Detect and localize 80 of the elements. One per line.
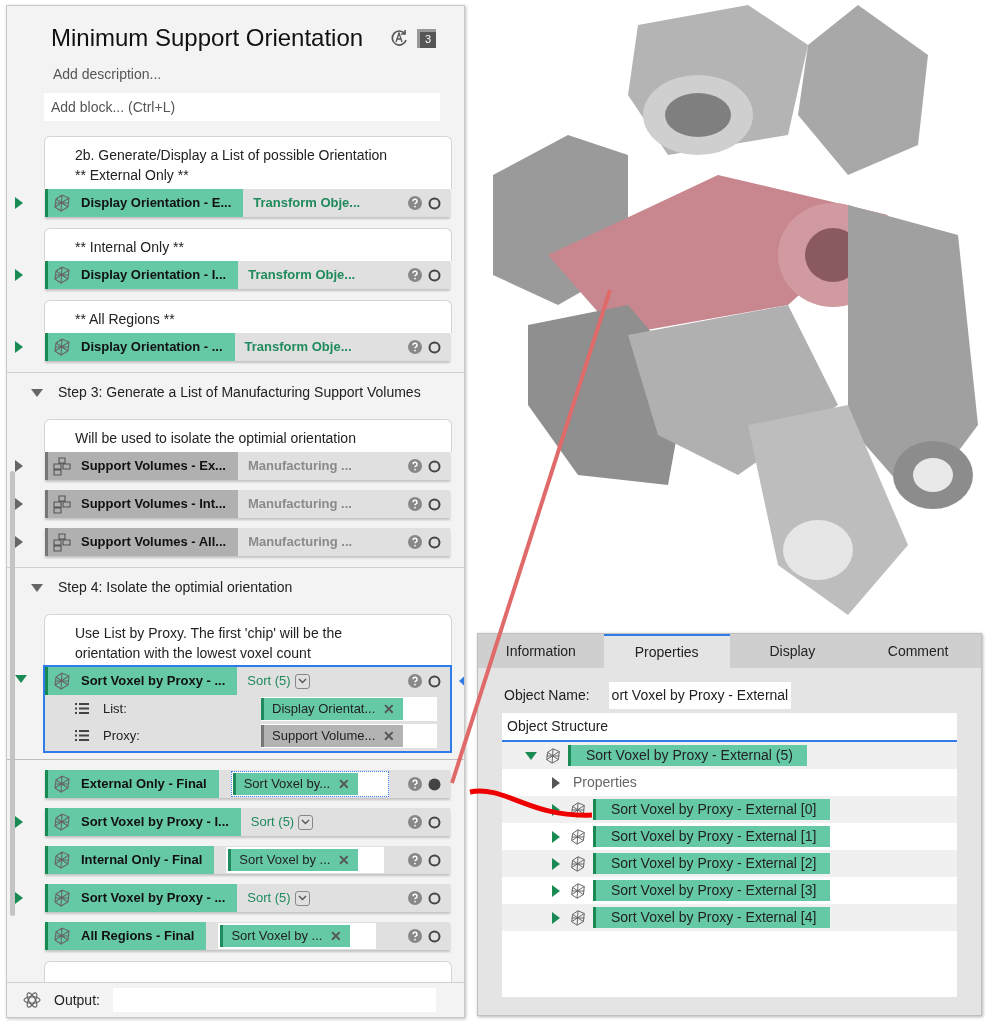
add-block-field[interactable]: Add block... (Ctrl+L) [44,93,440,121]
node-name[interactable]: Sort Voxel by Proxy - I... [45,808,241,836]
tab[interactable]: Display [729,634,856,668]
note-text: Use List by Proxy. The first 'chip' will be the orientation with the lowest voxel count [75,624,344,663]
parameter-label: List: [103,699,128,718]
node-row[interactable]: Display Orientation - ... Transform Obje... [45,333,450,361]
step-heading: Step 3: Generate a List of Manufacturing Support Volumes [58,383,421,402]
remove-chip-button[interactable]: ✕ [338,777,351,791]
remove-chip-button[interactable]: ✕ [330,929,343,943]
node-row[interactable]: External Only - Final Sort Voxel by... ✕ [45,770,450,798]
node-value: Transform Obje... [248,266,356,285]
node-value: Sort (5) [247,672,291,691]
node-row[interactable]: Sort Voxel by Proxy - ... Sort (5) [45,667,450,695]
remove-chip-button[interactable]: ✕ [383,728,396,743]
node-row[interactable]: Display Orientation - E... Transform Obje... [45,189,450,217]
tab[interactable]: Comment [855,634,981,668]
node-name[interactable]: Display Orientation - I... [45,261,239,289]
reference-chip[interactable]: Sort Voxel by ... ✕ [220,925,351,947]
reference-field[interactable]: Sort Voxel by ... ✕ [226,847,385,873]
node-name[interactable]: All Regions - Final [45,922,207,950]
reference-chip[interactable]: Sort Voxel by... ✕ [232,773,359,795]
note-text: 2b. Generate/Display a List of possible Orientation ** External Only ** [75,146,389,185]
node-name[interactable]: Display Orientation - E... [45,189,244,217]
node-name[interactable]: Sort Voxel by Proxy - ... [45,884,238,912]
remove-chip-button[interactable]: ✕ [338,853,351,867]
node-row[interactable]: Sort Voxel by Proxy - I... Sort (5) [45,808,450,836]
reference-chip[interactable]: Display Orientat... ✕ [261,697,404,720]
node-value: Transform Obje... [253,194,361,213]
node-name[interactable]: Support Volumes - Int... [45,490,238,518]
tree-item[interactable]: Sort Voxel by Proxy - External (5) [568,745,807,766]
reference-field[interactable]: Sort Voxel by ... ✕ [218,923,377,949]
node-value: Sort (5) [250,813,295,832]
node-value: Manufacturing ... [248,533,353,552]
node-row[interactable]: Sort Voxel by Proxy - ... Sort (5) [45,884,450,912]
object-name-field[interactable]: ort Voxel by Proxy - External [608,682,792,709]
chip-label: Support Volume... [272,726,376,745]
reference-chip[interactable]: Support Volume... ✕ [261,724,404,747]
window-title: Minimum Support Orientation [51,23,365,53]
chip-label: Sort Voxel by... [243,775,331,794]
chip-label: Sort Voxel by ... [239,851,331,870]
node-row[interactable]: Internal Only - Final Sort Voxel by ... ✕ [45,846,450,874]
tree-item[interactable]: Properties [573,772,637,793]
tree-item[interactable]: Sort Voxel by Proxy - External [0] [593,799,831,820]
chip-label: Sort Voxel by ... [231,927,323,946]
tree-item[interactable]: Sort Voxel by Proxy - External [4] [593,907,831,928]
node-value: Sort (5) [247,889,291,908]
parameter-field[interactable]: Display Orientat... ✕ [261,696,437,721]
output-label: Output: [54,990,100,1010]
note-text: ** Internal Only ** [75,238,185,257]
layer-count-button[interactable]: 3 [417,28,436,48]
node-row[interactable]: Support Volumes - All... Manufacturing ... [45,528,450,556]
tree-item[interactable]: Sort Voxel by Proxy - External [3] [593,880,831,901]
node-value: Manufacturing ... [247,495,352,514]
node-name[interactable]: Sort Voxel by Proxy - ... [45,667,238,695]
tab[interactable]: Information [478,634,604,668]
step-heading: Step 4: Isolate the optimial orientation [58,578,293,597]
node-row[interactable]: Display Orientation - I... Transform Obje... [45,261,450,289]
note-text: ** All Regions ** [75,310,176,329]
node-name[interactable]: Support Volumes - All... [45,528,239,556]
tree-item[interactable]: Sort Voxel by Proxy - External [1] [593,826,831,847]
node-name[interactable]: Display Orientation - ... [45,333,235,361]
tree-item[interactable]: Sort Voxel by Proxy - External [2] [593,853,831,874]
node-name[interactable]: Internal Only - Final [45,846,215,874]
remove-chip-button[interactable]: ✕ [383,701,396,716]
tab[interactable]: Properties [603,634,730,668]
reference-chip[interactable]: Sort Voxel by ... ✕ [228,849,359,871]
object-name-label: Object Name: [504,686,590,705]
parameter-label: Proxy: [103,726,141,745]
node-row[interactable]: Support Volumes - Int... Manufacturing ... [45,490,450,518]
node-name[interactable]: Support Volumes - Ex... [45,452,238,480]
reference-field[interactable]: Sort Voxel by... ✕ [230,771,389,797]
node-value: Transform Obje... [244,338,352,357]
note-text: Will be used to isolate the optimial orientation [75,429,357,448]
node-row[interactable]: Support Volumes - Ex... Manufacturing ... [45,452,450,480]
chip-label: Display Orientat... [272,699,376,718]
parameter-field[interactable]: Support Volume... ✕ [261,723,437,748]
node-name[interactable]: External Only - Final [45,770,219,798]
node-value: Manufacturing ... [247,457,352,476]
node-row[interactable]: All Regions - Final Sort Voxel by ... ✕ [45,922,450,950]
description-field[interactable]: Add description... [53,64,464,85]
